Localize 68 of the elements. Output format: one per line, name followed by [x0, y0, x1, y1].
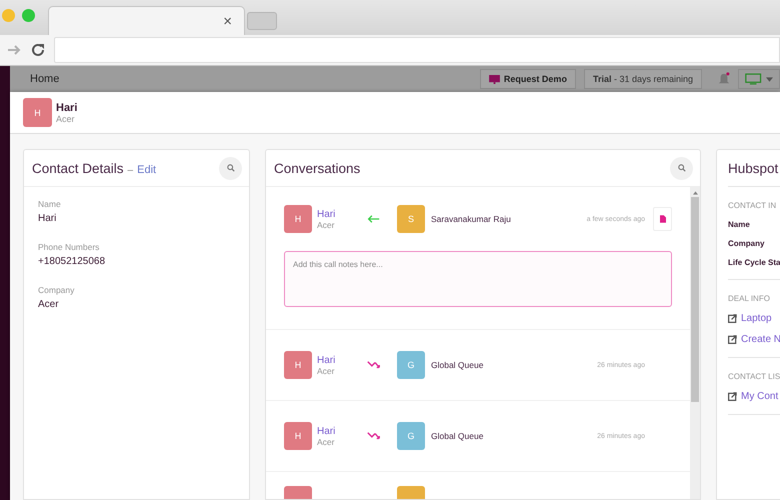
- bell-icon[interactable]: [718, 72, 730, 86]
- agent-name: Global Queue: [431, 431, 484, 441]
- close-tab-button[interactable]: ×: [223, 12, 232, 30]
- contact-name: Hari: [56, 102, 78, 114]
- call-notes-field[interactable]: Add this call notes here...: [284, 251, 672, 307]
- field-value: +18052125068: [38, 256, 106, 267]
- hubspot-link[interactable]: Create N: [741, 334, 780, 345]
- external-link-icon: [728, 335, 737, 344]
- request-demo-button[interactable]: Request Demo: [480, 69, 576, 89]
- scrollbar-thumb[interactable]: [691, 197, 699, 402]
- left-arrow-icon: [367, 214, 380, 224]
- section-heading: CONTACT LIS: [728, 372, 780, 381]
- contact-company: Acer: [56, 114, 76, 124]
- search-button[interactable]: [670, 156, 693, 180]
- maximize-window-dot[interactable]: [22, 9, 35, 22]
- caller-company: Acer: [317, 220, 336, 230]
- browser-tab[interactable]: ×: [48, 6, 245, 35]
- external-link-icon: [728, 392, 737, 401]
- caret-icon: [766, 76, 773, 82]
- title-separator: –: [128, 164, 134, 176]
- caller-company: Acer: [317, 436, 336, 446]
- caller-name-link[interactable]: Hari: [317, 426, 355, 436]
- caller-name-link[interactable]: Hari: [317, 208, 355, 220]
- missed-call-icon: [367, 431, 380, 441]
- field-label: Name: [728, 220, 751, 229]
- contact-avatar: H: [23, 98, 52, 127]
- field-label: Name: [38, 199, 62, 209]
- reload-icon[interactable]: [30, 42, 46, 58]
- note-button[interactable]: [653, 207, 672, 231]
- section-heading: DEAL INFO: [728, 294, 771, 303]
- search-icon: [678, 164, 686, 172]
- monitor-icon: [745, 73, 763, 85]
- missed-call-icon: [367, 360, 380, 370]
- home-link[interactable]: Home: [30, 73, 60, 85]
- scrollbar[interactable]: [690, 187, 700, 499]
- field-label: Company: [728, 239, 766, 248]
- caller-name-link[interactable]: Hari: [317, 354, 355, 366]
- field-label: Company: [38, 285, 76, 295]
- agent-name: Global Queue: [431, 360, 484, 370]
- panel-title: Conversations: [274, 160, 360, 176]
- monitor-dropdown[interactable]: [738, 69, 780, 89]
- agent-avatar: G: [397, 422, 425, 450]
- field-value: Hari: [38, 213, 58, 224]
- scroll-up-icon[interactable]: [692, 191, 698, 195]
- caller-avatar: H: [284, 205, 312, 233]
- address-bar[interactable]: [54, 37, 780, 63]
- agent-avatar: G: [397, 351, 425, 379]
- hubspot-link[interactable]: Laptop: [741, 313, 772, 324]
- field-label: Phone Numbers: [38, 242, 100, 252]
- caller-avatar: H: [284, 351, 312, 379]
- document-icon: [660, 215, 666, 223]
- caller-avatar: H: [284, 422, 312, 450]
- trial-notice: Trial - 31 days remaining: [584, 69, 702, 89]
- panel-title: Contact Details: [32, 160, 124, 176]
- caller-company: Acer: [317, 366, 336, 376]
- field-value: Acer: [38, 299, 60, 310]
- edit-link[interactable]: Edit: [137, 164, 156, 176]
- agent-name: Saravanakumar Raju: [431, 214, 512, 224]
- minimize-window-dot[interactable]: [2, 9, 15, 22]
- search-icon: [226, 164, 234, 172]
- section-heading: CONTACT IN: [728, 201, 778, 210]
- external-link-icon: [728, 314, 737, 323]
- new-tab-button[interactable]: [247, 12, 277, 30]
- presentation-icon: [488, 74, 500, 84]
- panel-title: Hubspot: [728, 160, 778, 176]
- agent-avatar: S: [397, 205, 425, 233]
- hubspot-link[interactable]: My Cont: [741, 391, 778, 402]
- search-button[interactable]: [219, 156, 242, 180]
